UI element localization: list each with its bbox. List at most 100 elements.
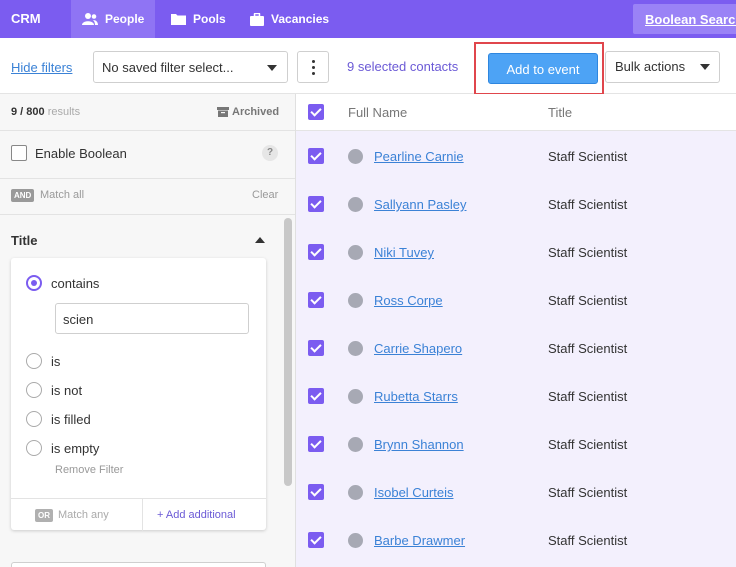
more-options-button[interactable]	[297, 51, 329, 83]
radio-icon	[26, 382, 42, 398]
nav-tab-vacancies[interactable]: Vacancies	[250, 0, 329, 38]
archive-icon	[217, 107, 229, 117]
row-checkbox[interactable]	[308, 484, 324, 500]
avatar	[348, 149, 363, 164]
app-logo[interactable]: CRM	[11, 11, 41, 26]
table-row[interactable]: Rubetta Starrs Staff Scientist	[296, 372, 736, 420]
row-checkbox[interactable]	[308, 196, 324, 212]
chevron-down-icon	[267, 65, 277, 71]
table-row[interactable]: Isobel Curteis Staff Scientist	[296, 468, 736, 516]
divider	[142, 499, 143, 531]
bulk-actions-dropdown[interactable]: Bulk actions	[605, 51, 720, 83]
saved-filter-select[interactable]: No saved filter select...	[93, 51, 288, 83]
contact-name-link[interactable]: Ross Corpe	[374, 293, 443, 308]
add-to-event-button[interactable]: Add to event	[488, 53, 598, 84]
nav-tab-people[interactable]: People	[71, 0, 155, 38]
row-checkbox[interactable]	[308, 340, 324, 356]
archived-label: Archived	[232, 106, 280, 118]
row-checkbox[interactable]	[308, 388, 324, 404]
toolbar: Hide filters No saved filter select... 9…	[0, 38, 736, 95]
table-row[interactable]: Barbe Drawmer Staff Scientist	[296, 516, 736, 564]
option-is[interactable]: is	[26, 353, 60, 369]
filter-panel: 9 / 800 results Archived Enable Boolean …	[0, 94, 296, 567]
table-header: Full Name Title	[296, 94, 736, 131]
contact-name-link[interactable]: Niki Tuvey	[374, 245, 434, 260]
row-checkbox[interactable]	[308, 436, 324, 452]
radio-icon	[26, 411, 42, 427]
contact-title: Staff Scientist	[548, 245, 628, 260]
and-badge: AND	[11, 189, 35, 202]
filter-value-input[interactable]: scien	[55, 303, 249, 334]
chevron-up-icon[interactable]	[255, 237, 265, 243]
option-label: is filled	[51, 411, 91, 427]
next-filter-field[interactable]	[11, 562, 266, 567]
table-row[interactable]: Niki Tuvey Staff Scientist	[296, 228, 736, 276]
column-header-full-name[interactable]: Full Name	[348, 105, 407, 120]
avatar	[348, 245, 363, 260]
divider	[0, 130, 295, 131]
option-is-empty[interactable]: is empty	[26, 440, 99, 456]
table-row[interactable]: Carrie Shapero Staff Scientist	[296, 324, 736, 372]
table-row[interactable]: Sallyann Pasley Staff Scientist	[296, 180, 736, 228]
people-icon	[82, 13, 98, 25]
highlight-box: Add to event	[474, 42, 604, 95]
contact-title: Staff Scientist	[548, 389, 628, 404]
radio-icon	[26, 353, 42, 369]
column-header-title[interactable]: Title	[548, 105, 572, 120]
option-is-filled[interactable]: is filled	[26, 411, 91, 427]
option-is-not[interactable]: is not	[26, 382, 82, 398]
filter-scrollbar[interactable]	[284, 218, 292, 486]
option-contains[interactable]: contains	[26, 275, 99, 291]
contact-name-link[interactable]: Carrie Shapero	[374, 341, 462, 356]
match-any-toggle[interactable]: Match any	[58, 509, 109, 521]
table-row[interactable]: Brynn Shannon Staff Scientist	[296, 420, 736, 468]
folder-icon	[171, 14, 186, 25]
table-row[interactable]: Ross Corpe Staff Scientist	[296, 276, 736, 324]
clear-filters-button[interactable]: Clear	[252, 189, 278, 201]
contact-title: Staff Scientist	[548, 149, 628, 164]
kebab-dot-icon	[312, 66, 315, 69]
divider	[0, 214, 295, 215]
results-count: 9 / 800 results	[11, 106, 80, 118]
kebab-dot-icon	[312, 60, 315, 63]
enable-boolean-checkbox[interactable]: Enable Boolean	[11, 145, 127, 161]
contact-title: Staff Scientist	[548, 293, 628, 308]
row-checkbox[interactable]	[308, 292, 324, 308]
filter-section-title[interactable]: Title	[11, 233, 38, 248]
select-all-checkbox[interactable]	[308, 104, 324, 120]
results-number: 9 / 800	[11, 106, 45, 118]
checkbox-icon	[11, 145, 27, 161]
match-all-toggle[interactable]: Match all	[40, 189, 84, 201]
remove-filter-button[interactable]: Remove Filter	[55, 464, 123, 476]
option-label: is not	[51, 382, 83, 398]
contact-name-link[interactable]: Rubetta Starrs	[374, 389, 458, 404]
contact-title: Staff Scientist	[548, 533, 628, 548]
option-label: is	[51, 353, 61, 369]
kebab-dot-icon	[312, 72, 315, 75]
add-additional-button[interactable]: + Add additional	[157, 509, 236, 521]
or-badge: OR	[35, 509, 53, 522]
archived-toggle[interactable]: Archived	[217, 106, 279, 118]
row-checkbox[interactable]	[308, 148, 324, 164]
radio-checked-icon	[26, 275, 42, 291]
contact-title: Staff Scientist	[548, 437, 628, 452]
option-label: contains	[51, 275, 100, 291]
bulk-actions-label: Bulk actions	[615, 59, 686, 74]
hide-filters-link[interactable]: Hide filters	[11, 60, 72, 75]
contact-name-link[interactable]: Sallyann Pasley	[374, 197, 467, 212]
contact-name-link[interactable]: Brynn Shannon	[374, 437, 464, 452]
avatar	[348, 197, 363, 212]
contact-name-link[interactable]: Isobel Curteis	[374, 485, 453, 500]
row-checkbox[interactable]	[308, 532, 324, 548]
contact-name-link[interactable]: Barbe Drawmer	[374, 533, 465, 548]
boolean-search-button[interactable]: Boolean Search	[633, 4, 736, 34]
nav-tab-label: People	[105, 12, 145, 26]
nav-tab-pools[interactable]: Pools	[169, 0, 226, 38]
table-row[interactable]: Pearline Carnie Staff Scientist	[296, 132, 736, 180]
help-icon[interactable]: ?	[262, 145, 278, 161]
nav-tab-label: Vacancies	[271, 12, 330, 26]
contact-name-link[interactable]: Pearline Carnie	[374, 149, 464, 164]
results-label: results	[47, 106, 81, 118]
nav-tab-label: Pools	[193, 12, 226, 26]
row-checkbox[interactable]	[308, 244, 324, 260]
